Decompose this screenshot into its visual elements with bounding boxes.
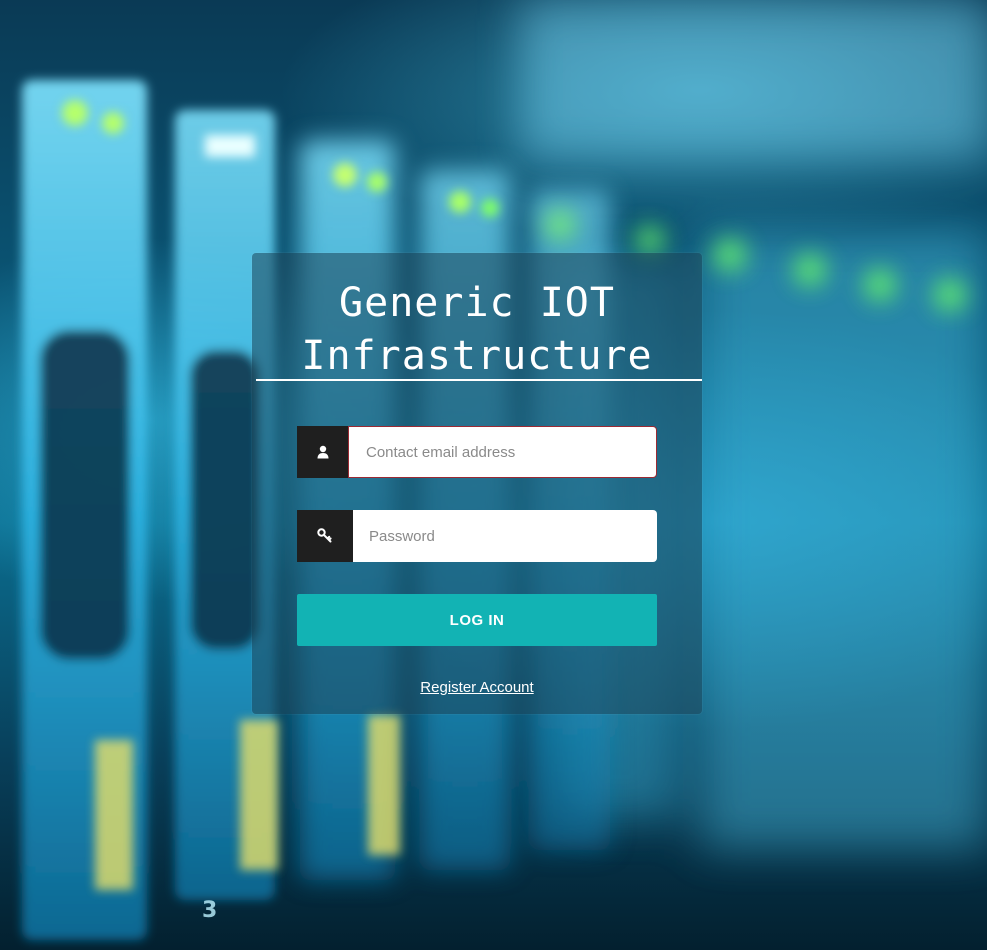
- svg-text:3: 3: [202, 898, 217, 923]
- login-button[interactable]: LOG IN: [297, 594, 657, 646]
- key-icon-glyph: [317, 528, 332, 543]
- page-title: Generic IOT Infrastructure: [252, 277, 702, 383]
- title-line-2: Infrastructure: [301, 333, 653, 379]
- title-line-1: Generic IOT: [339, 280, 615, 326]
- user-icon-glyph: [317, 445, 329, 459]
- user-icon: [297, 426, 349, 478]
- key-icon: [297, 510, 353, 562]
- login-panel: Generic IOT Infrastructure LOG IN Regist…: [252, 253, 702, 714]
- register-account-link[interactable]: Register Account: [252, 679, 702, 696]
- password-input[interactable]: [353, 510, 657, 562]
- email-field-group: [297, 426, 657, 478]
- email-input[interactable]: [348, 426, 657, 478]
- password-field-group: [297, 510, 657, 562]
- title-divider: [256, 379, 702, 381]
